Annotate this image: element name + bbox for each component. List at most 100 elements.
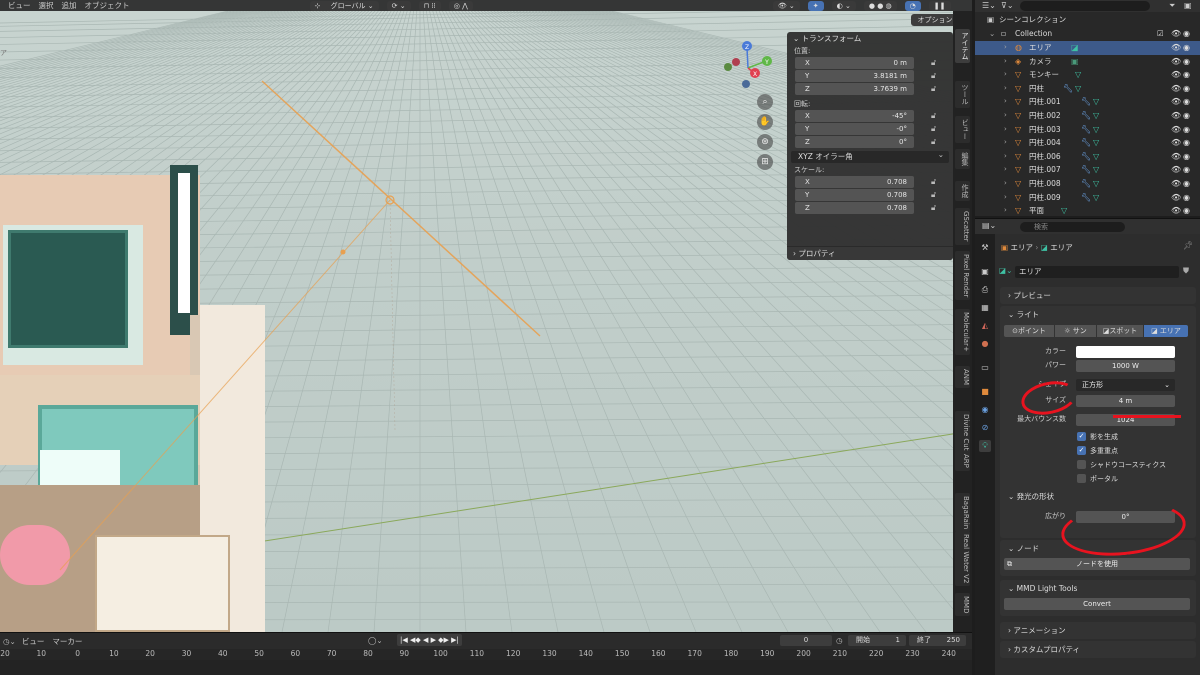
camera-data-icon[interactable]: ▣ (1071, 55, 1079, 69)
editor-type-icon[interactable]: ◷⌄ (3, 637, 16, 646)
timeline-menu-marker[interactable]: マーカー (52, 636, 82, 647)
lock-icon[interactable]: 🔓︎ (931, 177, 940, 187)
light-type-sun[interactable]: ☼ サン (1055, 325, 1096, 337)
mesh-data-icon[interactable]: ▽ (1093, 123, 1099, 137)
outliner-search[interactable] (1020, 1, 1150, 11)
outliner-item[interactable]: › ◍ エリア ◪ 👁︎ ◉ (975, 41, 1200, 55)
transform-orientation-dropdown[interactable]: ⊹ グローバル ⌄ (309, 0, 379, 11)
eye-icon[interactable]: 👁︎ (1171, 136, 1181, 150)
light-data-icon[interactable]: ◪ (1071, 41, 1079, 55)
chevron-right-icon[interactable]: › (1004, 82, 1007, 96)
checkbox[interactable] (1077, 474, 1086, 483)
chevron-right-icon[interactable]: › (1004, 41, 1007, 55)
camera-render-icon[interactable]: ◉ (1183, 150, 1190, 164)
chevron-right-icon[interactable]: › (1004, 109, 1007, 123)
lock-icon[interactable]: 🔓︎ (931, 124, 940, 134)
pan-hand-icon[interactable]: ✋ (757, 114, 773, 130)
chevron-right-icon[interactable]: › (1004, 136, 1007, 150)
location-y-field[interactable]: Y 3.8181 m (795, 70, 914, 82)
mesh-data-icon[interactable]: ▽ (1093, 95, 1099, 109)
power-field[interactable]: 1000 W (1076, 360, 1175, 372)
modifier-wrench-icon[interactable]: 🔧︎ (1081, 177, 1091, 191)
menu-view[interactable]: ビュー (8, 0, 31, 11)
lock-icon[interactable]: 🔓︎ (931, 111, 940, 121)
use-nodes-button[interactable]: ⧉ ノードを使用 (1004, 558, 1190, 570)
modifier-wrench-icon[interactable]: 🔧︎ (1081, 191, 1091, 205)
chevron-right-icon[interactable]: › (1004, 68, 1007, 82)
properties-subpanel-header[interactable]: › プロパティ (787, 246, 953, 260)
location-z-field[interactable]: Z 3.7639 m (795, 83, 914, 95)
mmd-header[interactable]: ⌄ MMD Light Tools (1000, 580, 1196, 597)
properties-editor-icon[interactable]: ▤⌄ (982, 221, 996, 230)
scale-x-field[interactable]: X 0.708 (795, 176, 914, 188)
menu-add[interactable]: 追加 (62, 0, 77, 11)
start-frame-field[interactable]: 開始 1 (848, 635, 906, 646)
light-type-spot[interactable]: ◪スポット (1097, 325, 1143, 337)
filter-icon[interactable]: ⊽⌄ (1001, 1, 1014, 10)
animation-panel[interactable]: › アニメーション (1000, 622, 1196, 639)
perspective-grid-icon[interactable]: ⊞ (757, 154, 773, 170)
zoom-icon[interactable]: ⌕ (757, 94, 773, 110)
modifier-wrench-icon[interactable]: 🔧︎ (1081, 136, 1091, 150)
camera-render-icon[interactable]: ◉ (1183, 136, 1190, 150)
color-swatch[interactable] (1076, 346, 1175, 358)
navigation-gizmo[interactable]: Z Y X (718, 36, 778, 96)
proportional-edit-toggle[interactable]: ◎ ⋀ (448, 0, 473, 11)
light-type-area[interactable]: ◪ エリア (1144, 325, 1188, 337)
constraints-tab-icon[interactable]: ⊘ (979, 422, 991, 434)
output-tab-icon[interactable]: ⎙ (979, 284, 991, 296)
world-tab-icon[interactable]: ● (979, 338, 991, 350)
camera-render-icon[interactable]: ◉ (1183, 41, 1190, 55)
sidebar-tab[interactable]: ANM (955, 366, 970, 389)
camera-render-icon[interactable]: ◉ (1183, 177, 1190, 191)
chevron-right-icon[interactable]: › (1004, 123, 1007, 137)
modifier-wrench-icon[interactable]: 🔧︎ (1081, 109, 1091, 123)
visibility-dropdown[interactable]: 👁 ⌄ (772, 0, 800, 11)
eye-icon[interactable]: 👁︎ (1171, 123, 1181, 137)
camera-render-icon[interactable]: ◉ (1183, 163, 1190, 177)
scene-collection-row[interactable]: ▣ シーンコレクション (975, 13, 1200, 27)
properties-search[interactable]: 検索 (1020, 222, 1125, 232)
timeline-menu-view[interactable]: ビュー (22, 636, 45, 647)
overlay-toggle[interactable]: ◐ ⌄ (831, 0, 856, 11)
camera-render-icon[interactable]: ◉ (1183, 109, 1190, 123)
rendered-shading-button[interactable]: ◔ (904, 0, 921, 11)
render-tab-icon[interactable]: ▣ (979, 266, 991, 278)
camera-render-icon[interactable]: ◉ (1183, 55, 1190, 69)
menu-select[interactable]: 選択 (39, 0, 54, 11)
mesh-data-icon[interactable]: ▽ (1093, 177, 1099, 191)
sidebar-tab[interactable]: Real Water V2 (955, 531, 970, 587)
chevron-right-icon[interactable]: › (1004, 163, 1007, 177)
mesh-data-icon[interactable]: ▽ (1075, 68, 1081, 82)
view-layer-tab-icon[interactable]: ▦ (979, 302, 991, 314)
sidebar-tab[interactable]: ツール (955, 81, 970, 108)
light-type-point[interactable]: ⊙ポイント (1004, 325, 1054, 337)
sidebar-tab[interactable]: Pixel Render (955, 251, 970, 301)
rotation-mode-dropdown[interactable]: XYZ オイラー角 (791, 149, 949, 163)
new-collection-icon[interactable]: ▣ (1184, 1, 1192, 10)
modifier-wrench-icon[interactable]: 🔧︎ (1063, 82, 1073, 96)
mesh-data-icon[interactable]: ▽ (1075, 82, 1081, 96)
modifier-wrench-icon[interactable]: 🔧︎ (1081, 150, 1091, 164)
lock-icon[interactable]: 🔓︎ (931, 137, 940, 147)
eye-icon[interactable]: 👁︎ (1171, 191, 1181, 205)
outliner-item[interactable]: › ▽ 円柱.009 🔧︎ ▽ 👁︎ ◉ (975, 191, 1200, 205)
camera-render-icon[interactable]: ◉ (1183, 123, 1190, 137)
transform-header[interactable]: ⌄ トランスフォーム (787, 32, 953, 46)
checkbox[interactable] (1077, 460, 1086, 469)
datablock-name-field[interactable]: エリア (1015, 266, 1179, 278)
lock-icon[interactable]: 🔓︎ (931, 71, 940, 81)
modifier-wrench-icon[interactable]: 🔧︎ (1081, 163, 1091, 177)
lock-icon[interactable]: 🔓︎ (931, 58, 940, 68)
shape-dropdown[interactable]: 正方形 ⌄ (1076, 379, 1175, 391)
eye-icon[interactable]: 👁︎ (1171, 27, 1181, 41)
camera-render-icon[interactable]: ◉ (1183, 191, 1190, 205)
eye-icon[interactable]: 👁︎ (1171, 41, 1181, 55)
sidebar-tab[interactable]: Divine Cut (955, 411, 970, 454)
record-icon[interactable]: ◯⌄ (368, 636, 383, 645)
sidebar-tab[interactable]: 作成 (955, 181, 970, 201)
snap-toggle[interactable]: ⊓ ⁞⁞ (418, 0, 441, 11)
mesh-data-icon[interactable]: ▽ (1061, 204, 1067, 218)
collection-row[interactable]: ⌄ ▫ Collection ☑ 👁︎ ◉ (975, 27, 1200, 41)
camera-render-icon[interactable]: ◉ (1183, 27, 1190, 41)
